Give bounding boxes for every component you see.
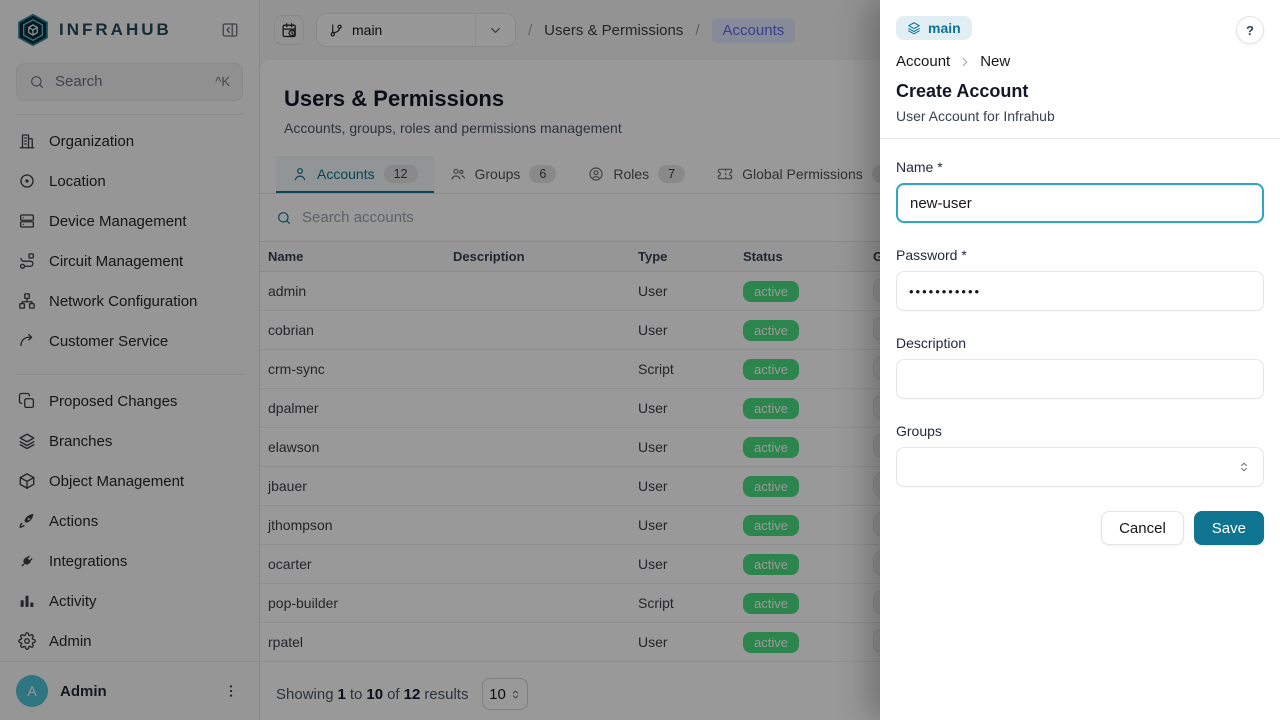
chevrons-up-down-icon [1237, 460, 1251, 474]
drawer-title: Create Account [896, 81, 1264, 102]
drawer-header: main ? Account New Create Account User A… [880, 0, 1280, 139]
description-input[interactable] [896, 359, 1264, 399]
drawer-actions: Cancel Save [896, 511, 1264, 545]
name-input[interactable] [896, 183, 1264, 223]
drawer-breadcrumb-parent: Account [896, 53, 950, 70]
drawer-overlay[interactable] [0, 0, 880, 720]
chevron-right-icon [958, 55, 972, 69]
branch-badge-label: main [928, 20, 961, 36]
password-input[interactable] [896, 271, 1264, 311]
branch-badge: main [896, 16, 972, 40]
create-account-form: Name * Password * Description Groups Can… [880, 139, 1280, 545]
name-label: Name * [896, 159, 1264, 175]
save-button[interactable]: Save [1194, 511, 1264, 545]
password-field-group: Password * [896, 247, 1264, 311]
layers-icon [907, 21, 921, 35]
name-field-group: Name * [896, 159, 1264, 223]
description-label: Description [896, 335, 1264, 351]
drawer-subtitle: User Account for Infrahub [896, 108, 1264, 124]
password-label: Password * [896, 247, 1264, 263]
help-button[interactable]: ? [1236, 16, 1264, 44]
groups-label: Groups [896, 423, 1264, 439]
cancel-button[interactable]: Cancel [1101, 511, 1184, 545]
drawer-breadcrumb-current: New [980, 53, 1010, 70]
create-account-drawer: main ? Account New Create Account User A… [880, 0, 1280, 720]
description-field-group: Description [896, 335, 1264, 399]
drawer-breadcrumb: Account New [896, 53, 1264, 70]
groups-select[interactable] [896, 447, 1264, 487]
groups-field-group: Groups [896, 423, 1264, 487]
